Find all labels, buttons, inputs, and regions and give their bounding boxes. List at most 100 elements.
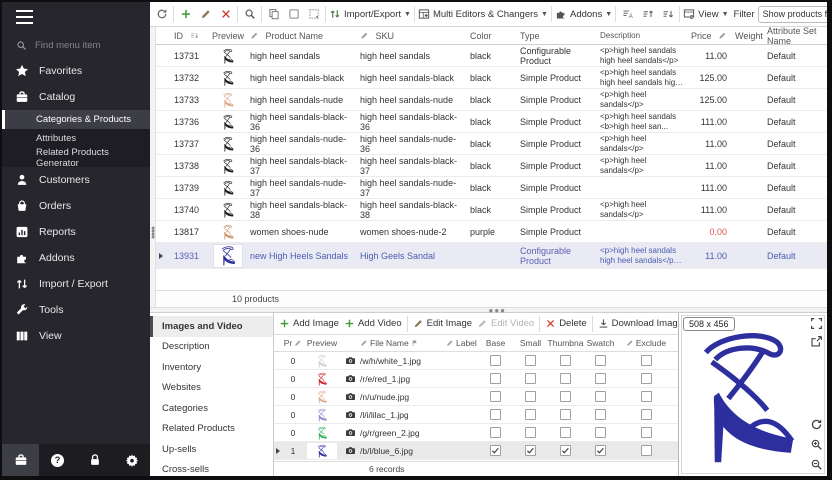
column-header-id[interactable]: ID (166, 31, 208, 41)
sidebar-item-view[interactable]: View (2, 323, 150, 349)
column-header-description[interactable]: Description (598, 31, 688, 41)
column-header-weight[interactable]: Weight (733, 31, 765, 41)
edit-image-button[interactable]: Edit Image (413, 318, 472, 329)
download-image-button[interactable]: Download Image (598, 318, 678, 329)
sidebar-item-tools[interactable]: Tools (2, 297, 150, 323)
category-filter-select[interactable]: Show products from selected categories▼ (758, 6, 827, 23)
refresh-button[interactable] (153, 6, 170, 23)
image-row-l-i-lilac-1-jpg[interactable]: 0 /l/i/lilac_1.jpg (274, 406, 678, 424)
exclude-checkbox[interactable] (641, 445, 652, 456)
bottom-settings-button[interactable] (113, 444, 150, 476)
thumbnail-checkbox[interactable] (560, 391, 571, 402)
sort-descending-button[interactable] (659, 6, 676, 23)
edit-product-button[interactable] (197, 6, 214, 23)
sort-az-button[interactable] (619, 6, 636, 23)
product-row-13817[interactable]: 13817 women shoes-nude women shoes-nude-… (156, 221, 827, 243)
multi-editors-menu-button[interactable]: Multi Editors & Changers▼ (418, 8, 548, 20)
tab-websites[interactable]: Websites (150, 378, 273, 399)
tab-up-sells[interactable]: Up-sells (150, 439, 273, 460)
image-row-r-e-red-1-jpg[interactable]: 0 /r/e/red_1.jpg (274, 370, 678, 388)
addons-menu-button[interactable]: Addons▼ (555, 8, 612, 20)
base-checkbox[interactable] (490, 391, 501, 402)
image-row-n-u-nude-jpg[interactable]: 0 /n/u/nude.jpg (274, 388, 678, 406)
base-checkbox[interactable] (490, 409, 501, 420)
exclude-checkbox[interactable] (641, 427, 652, 438)
duplicate-button[interactable] (265, 6, 282, 23)
base-checkbox[interactable] (490, 427, 501, 438)
column-header-thumbnail[interactable]: Thumbna (548, 338, 583, 348)
product-row-13733[interactable]: 13733 high heel sandals-nude high heel s… (156, 89, 827, 111)
column-header-attribute-set[interactable]: Attribute Set Name (765, 26, 831, 46)
product-row-13736[interactable]: 13736 high heel sandals-black-36 high he… (156, 111, 827, 133)
small-checkbox[interactable] (525, 355, 536, 366)
tab-inventory[interactable]: Inventory (150, 357, 273, 378)
delete-product-button[interactable] (217, 6, 234, 23)
sidebar-item-import-export[interactable]: Import / Export (2, 271, 150, 297)
sort-ascending-button[interactable] (639, 6, 656, 23)
column-header-product-name[interactable]: Product Name (248, 31, 358, 41)
selection-mode-button[interactable] (305, 6, 322, 23)
base-checkbox[interactable] (490, 355, 501, 366)
column-header-preview[interactable]: Preview (208, 31, 248, 41)
grid-splitter[interactable]: ●●●● (150, 27, 156, 307)
edit-video-button[interactable]: Edit Video (477, 318, 534, 329)
product-row-13740[interactable]: 13740 high heel sandals-black-38 high he… (156, 199, 827, 221)
tab-cross-sells[interactable]: Cross-sells (150, 460, 273, 480)
base-checkbox[interactable] (490, 373, 501, 384)
bottom-catalog-button[interactable] (2, 444, 39, 476)
image-row-w-h-white-1-jpg[interactable]: 0 /w/h/white_1.jpg (274, 352, 678, 370)
swatch-checkbox[interactable] (595, 391, 606, 402)
image-row-g-r-green-2-jpg[interactable]: 0 /g/r/green_2.jpg (274, 424, 678, 442)
product-row-13931[interactable]: 13931 new High Heels Sandals High Geels … (156, 243, 827, 269)
open-external-button[interactable] (809, 334, 824, 349)
column-header-exclude[interactable]: Exclude (618, 338, 674, 348)
exclude-checkbox[interactable] (641, 391, 652, 402)
actual-size-button[interactable] (809, 316, 824, 331)
column-header-color[interactable]: Color (468, 31, 518, 41)
add-product-button[interactable] (177, 6, 194, 23)
search-products-button[interactable] (241, 6, 258, 23)
tab-related-products[interactable]: Related Products (150, 419, 273, 440)
product-row-13732[interactable]: 13732 high heel sandals-black high heel … (156, 67, 827, 89)
sidebar-item-customers[interactable]: Customers (2, 167, 150, 193)
sidebar-item-favorites[interactable]: Favorites (2, 58, 150, 84)
column-header-position[interactable]: Pr (282, 338, 304, 348)
sidebar-item-orders[interactable]: Orders (2, 193, 150, 219)
sidebar-item-related-products-generator[interactable]: Related Products Generator (2, 148, 150, 167)
bottom-lock-button[interactable] (76, 444, 113, 476)
swatch-checkbox[interactable] (595, 445, 606, 456)
small-checkbox[interactable] (525, 373, 536, 384)
product-row-13731[interactable]: 13731 high heel sandals high heel sandal… (156, 45, 827, 67)
product-row-13739[interactable]: 13739 high heel sandals-nude-37 high hee… (156, 177, 827, 199)
base-checkbox[interactable] (490, 445, 501, 456)
column-header-label[interactable]: Label (446, 338, 478, 348)
small-checkbox[interactable] (525, 427, 536, 438)
column-header-small[interactable]: Small (513, 338, 548, 348)
column-header-price[interactable]: Price (688, 31, 733, 41)
tab-images-and-video[interactable]: Images and Video (150, 316, 273, 337)
bottom-help-button[interactable]: ? (39, 444, 76, 476)
sidebar-item-catalog[interactable]: Catalog (2, 84, 150, 110)
zoom-out-button[interactable] (809, 457, 824, 472)
small-checkbox[interactable] (525, 409, 536, 420)
product-row-13737[interactable]: 13737 high heel sandals-nude-36 high hee… (156, 133, 827, 155)
small-checkbox[interactable] (525, 391, 536, 402)
column-header-sku[interactable]: SKU (358, 31, 468, 41)
tab-description[interactable]: Description (150, 337, 273, 358)
view-menu-button[interactable]: View▼ (683, 8, 728, 20)
zoom-in-button[interactable] (809, 437, 824, 452)
thumbnail-checkbox[interactable] (560, 355, 571, 366)
sidebar-search[interactable]: Find menu item (2, 32, 150, 58)
thumbnail-checkbox[interactable] (560, 427, 571, 438)
swatch-checkbox[interactable] (595, 373, 606, 384)
hamburger-menu-button[interactable] (2, 2, 150, 32)
product-row-13738[interactable]: 13738 high heel sandals-black-37 high he… (156, 155, 827, 177)
image-row-b-l-blue-6-jpg[interactable]: 1 /b/l/blue_6.jpg (274, 442, 678, 460)
tab-categories[interactable]: Categories (150, 398, 273, 419)
exclude-checkbox[interactable] (641, 409, 652, 420)
column-header-swatch[interactable]: Swatch (583, 338, 618, 348)
add-image-button[interactable]: Add Image (279, 318, 339, 329)
column-header-image-preview[interactable]: Preview (304, 338, 340, 348)
import-export-menu-button[interactable]: Import/Export▼ (329, 8, 411, 20)
select-checkbox-button[interactable] (285, 6, 302, 23)
